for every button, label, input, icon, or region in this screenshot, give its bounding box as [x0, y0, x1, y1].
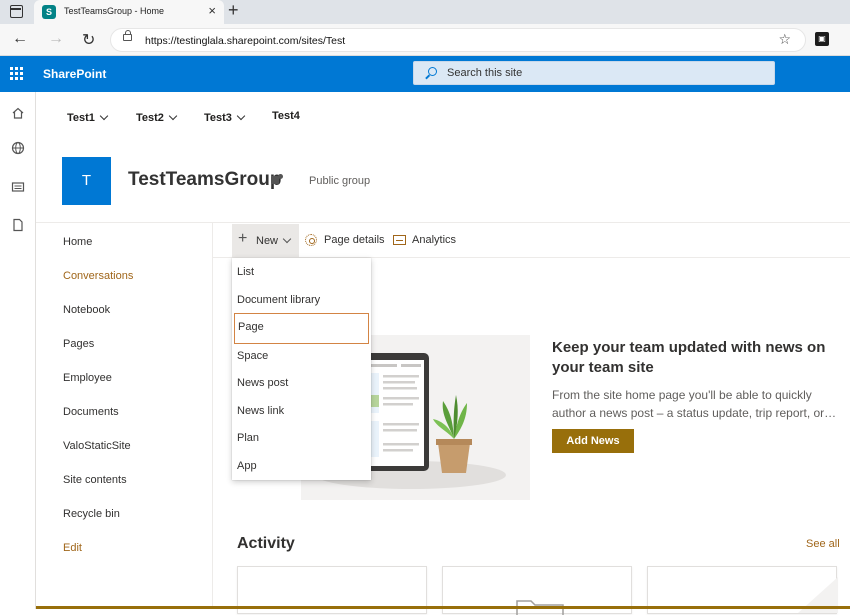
- menu-item-document-library[interactable]: Document library: [232, 286, 371, 314]
- hub-nav-label: Test1: [67, 112, 95, 124]
- browser-toolbar: ← → ↻ https://testinglala.sharepoint.com…: [0, 24, 850, 56]
- menu-item-app[interactable]: App: [232, 452, 371, 480]
- nav-link-notebook[interactable]: Notebook: [63, 304, 110, 316]
- nav-link-edit[interactable]: Edit: [63, 542, 82, 554]
- menu-item-news-post[interactable]: News post: [232, 369, 371, 397]
- hub-nav-label: Test4: [272, 110, 300, 122]
- extension-icon[interactable]: ▣: [815, 32, 829, 46]
- window-menu-icon[interactable]: [10, 5, 23, 18]
- analytics-icon[interactable]: [393, 235, 406, 245]
- menu-item-plan[interactable]: Plan: [232, 424, 371, 452]
- site-title[interactable]: TestTeamsGroup: [128, 169, 281, 191]
- news-heading: Keep your team updated with news on your…: [552, 339, 826, 376]
- plus-icon: +: [238, 230, 248, 247]
- brand-name[interactable]: SharePoint: [43, 67, 106, 81]
- chevron-down-icon: [99, 111, 109, 121]
- tab-close-icon[interactable]: ×: [208, 3, 216, 18]
- teams-icon[interactable]: [271, 174, 283, 185]
- chevron-down-icon: [282, 234, 292, 244]
- globe-icon[interactable]: [11, 141, 25, 155]
- forward-icon[interactable]: →: [48, 30, 64, 48]
- hub-nav-label: Test3: [204, 112, 232, 124]
- nav-link-employee[interactable]: Employee: [63, 372, 112, 384]
- app-launcher-icon[interactable]: [10, 67, 24, 81]
- menu-item-space[interactable]: Space: [232, 342, 371, 370]
- back-icon[interactable]: ←: [12, 30, 28, 48]
- suite-bar: SharePoint Search this site: [0, 56, 850, 92]
- new-tab-button[interactable]: +: [228, 0, 239, 21]
- refresh-icon[interactable]: ↻: [82, 30, 95, 50]
- sharepoint-favicon-icon: S: [42, 5, 56, 19]
- hub-nav-test1[interactable]: Test1: [67, 111, 109, 124]
- menu-item-page[interactable]: Page: [233, 312, 370, 345]
- hub-nav-test4[interactable]: Test4: [272, 110, 300, 122]
- activity-heading: Activity: [237, 535, 295, 552]
- lock-icon[interactable]: [123, 30, 132, 41]
- new-menu: List Document library Page Space News po…: [232, 258, 371, 480]
- new-button[interactable]: + New: [232, 224, 299, 257]
- url-text[interactable]: https://testinglala.sharepoint.com/sites…: [145, 35, 345, 47]
- nav-link-valostaticsite[interactable]: ValoStaticSite: [63, 440, 131, 452]
- file-icon[interactable]: [11, 218, 25, 232]
- menu-item-list[interactable]: List: [232, 258, 371, 286]
- hub-nav-label: Test2: [136, 112, 164, 124]
- news-description-line: From the site home page you'll be able t…: [552, 388, 812, 402]
- nav-link-pages[interactable]: Pages: [63, 338, 94, 350]
- hub-nav-test2[interactable]: Test2: [136, 111, 178, 124]
- news-description-line: author a news post – a status update, tr…: [552, 406, 837, 420]
- news-description: From the site home page you'll be able t…: [552, 386, 842, 422]
- nav-link-home[interactable]: Home: [63, 236, 92, 248]
- nav-link-documents[interactable]: Documents: [63, 406, 119, 418]
- site-navigation: Home Conversations Notebook Pages Employ…: [36, 223, 213, 609]
- search-box[interactable]: Search this site: [413, 61, 775, 85]
- nav-link-recycle-bin[interactable]: Recycle bin: [63, 508, 120, 520]
- chevron-down-icon: [168, 111, 178, 121]
- gear-icon[interactable]: [305, 234, 317, 246]
- news-icon[interactable]: [11, 180, 25, 194]
- group-privacy: Public group: [309, 175, 371, 187]
- app-rail: [0, 92, 36, 609]
- favorite-icon[interactable]: ☆: [778, 31, 791, 48]
- address-bar[interactable]: https://testinglala.sharepoint.com/sites…: [110, 28, 806, 52]
- page-details-button[interactable]: Page details: [324, 234, 385, 246]
- search-icon: [428, 67, 437, 76]
- menu-item-news-link[interactable]: News link: [232, 397, 371, 425]
- hub-nav-test3[interactable]: Test3: [204, 111, 246, 124]
- site-logo[interactable]: T: [62, 157, 111, 205]
- search-placeholder: Search this site: [447, 67, 523, 79]
- add-news-button[interactable]: Add News: [552, 429, 634, 453]
- browser-tab-bar: S TestTeamsGroup - Home × +: [0, 0, 850, 24]
- nav-link-conversations[interactable]: Conversations: [63, 270, 133, 282]
- tab-title: TestTeamsGroup - Home: [64, 6, 165, 16]
- browser-tab[interactable]: S TestTeamsGroup - Home ×: [34, 0, 224, 24]
- home-icon[interactable]: [11, 106, 25, 120]
- new-button-label: New: [256, 235, 279, 247]
- chevron-down-icon: [236, 111, 246, 121]
- see-all-link[interactable]: See all: [806, 538, 840, 550]
- analytics-button[interactable]: Analytics: [412, 234, 456, 246]
- nav-link-site-contents[interactable]: Site contents: [63, 474, 127, 486]
